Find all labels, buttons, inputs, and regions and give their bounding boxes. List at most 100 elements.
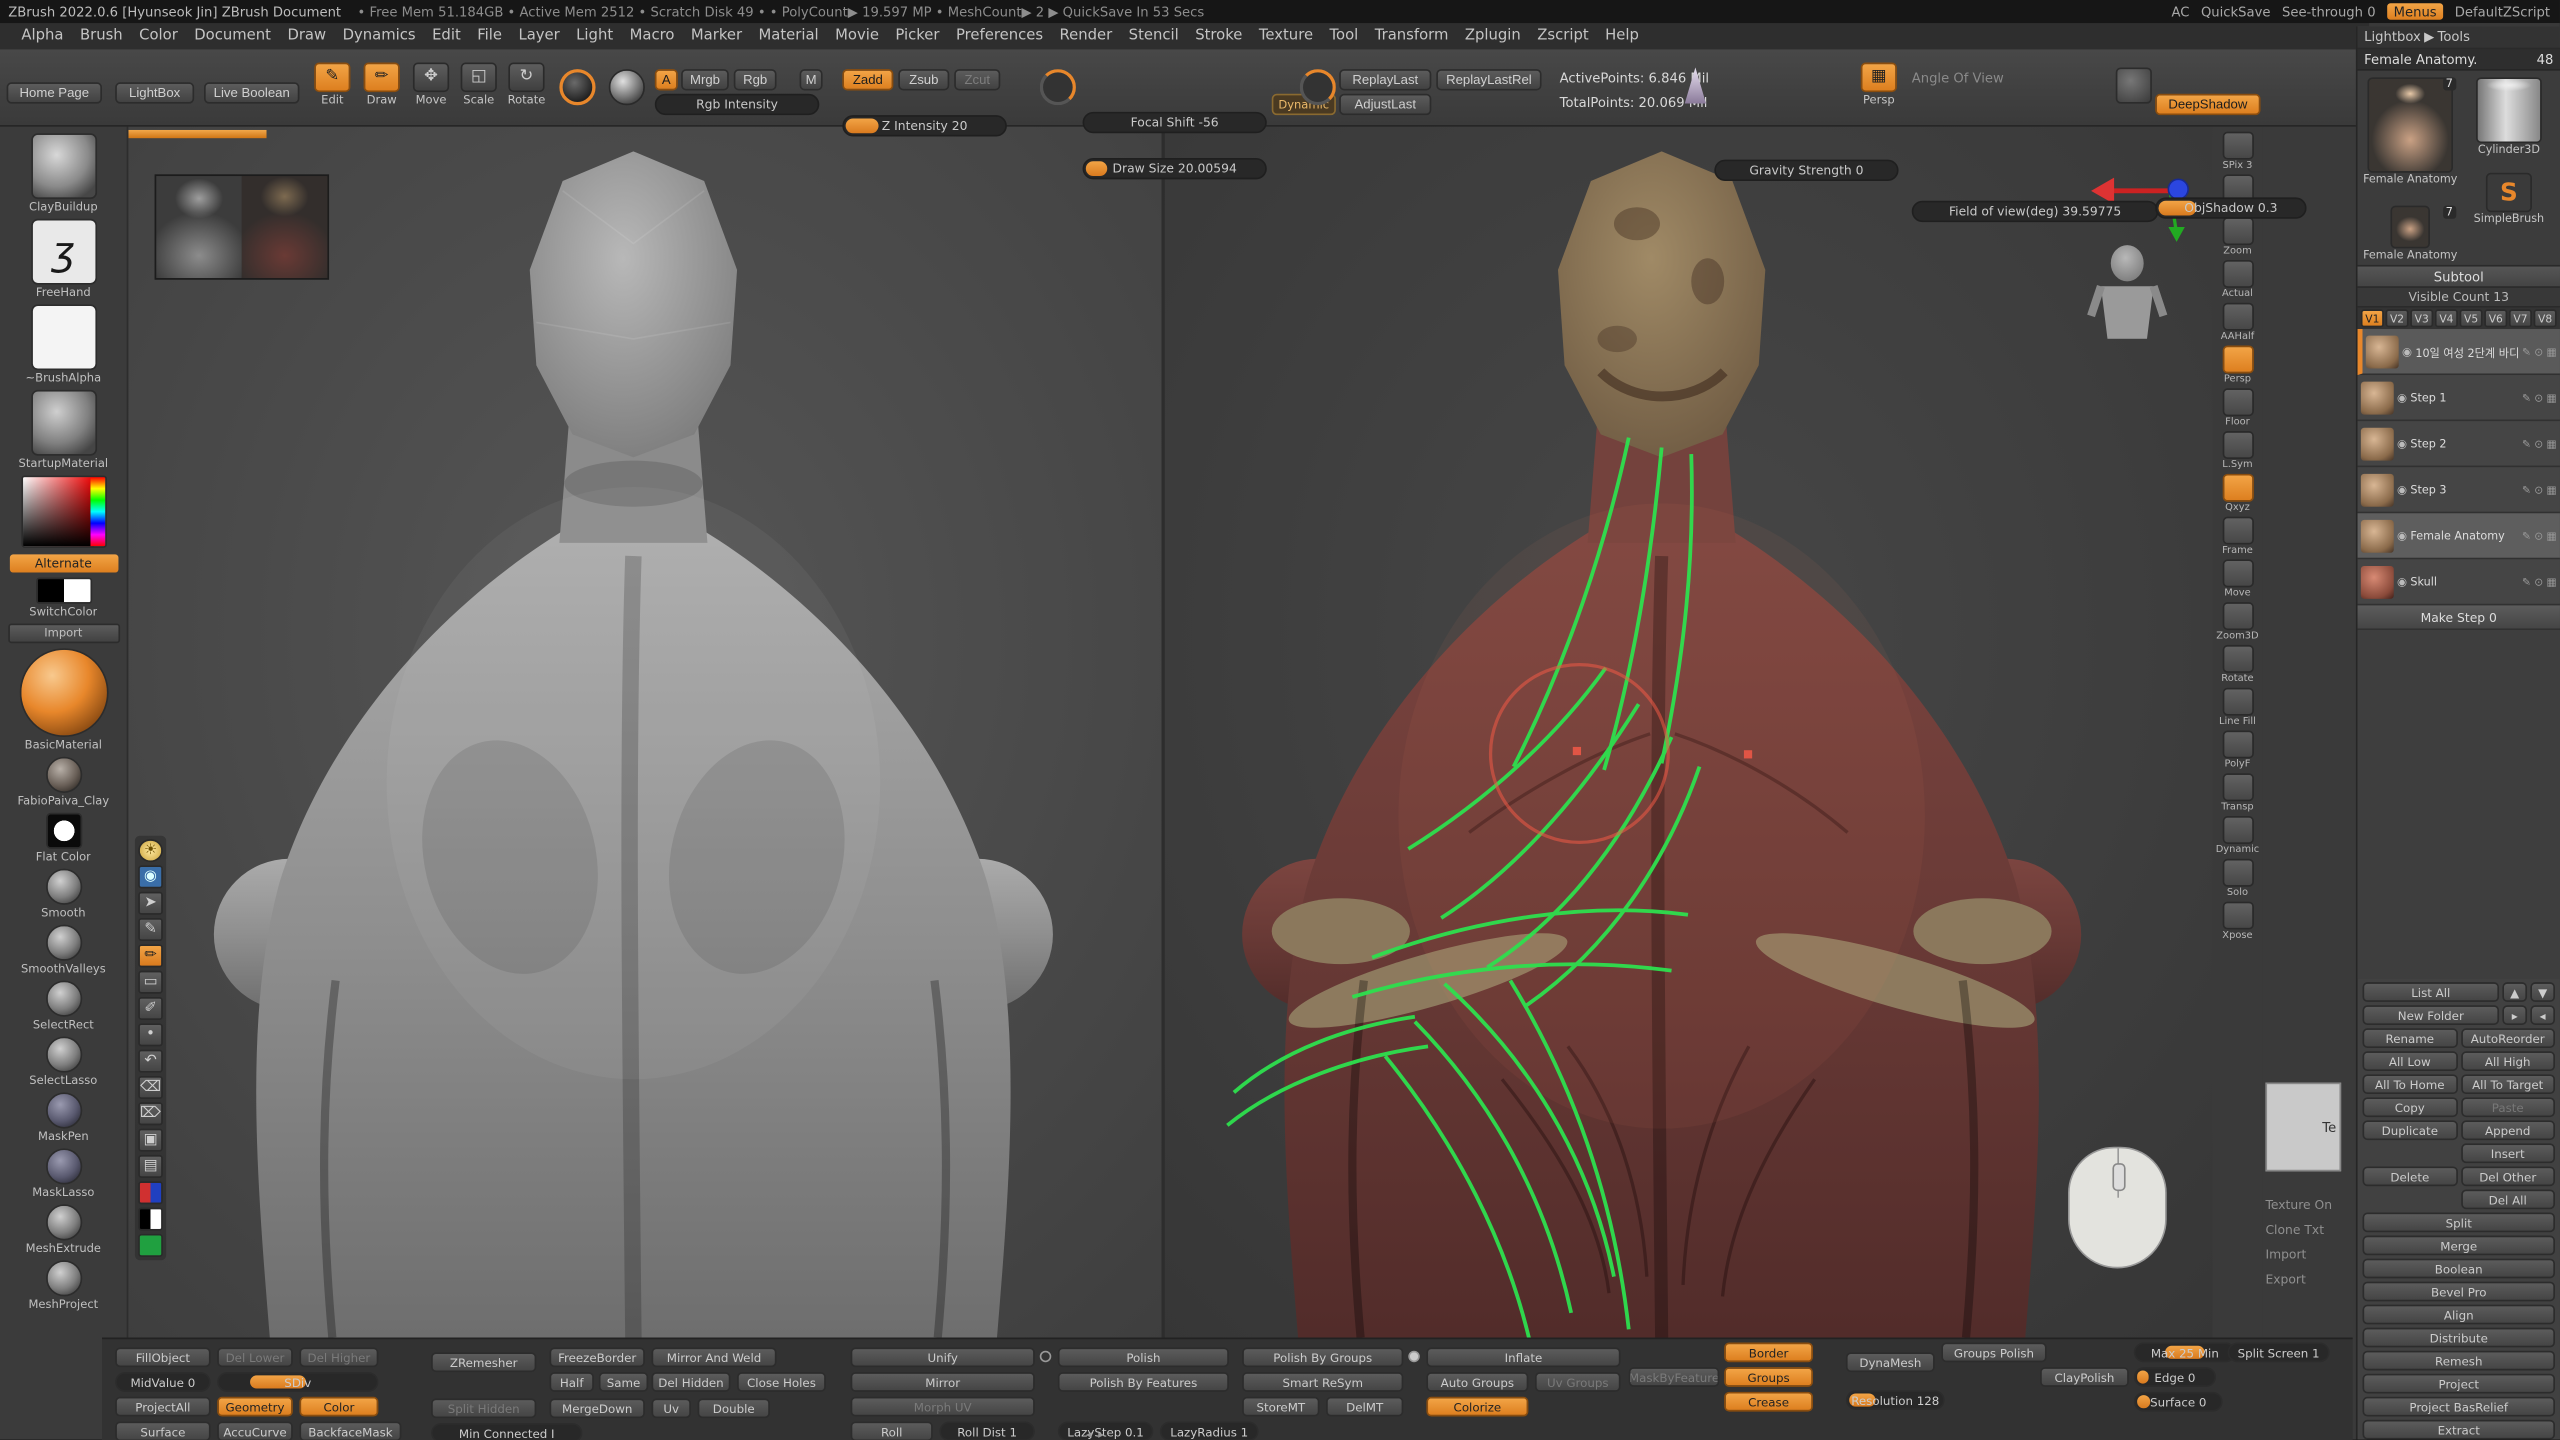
eye-icon[interactable]: ◉ [2402,345,2412,358]
tray-item[interactable]: SmoothValleys [1,925,126,976]
shelf-tool[interactable]: Dynamic [2213,816,2262,855]
storemt-button[interactable]: StoreMT [1242,1397,1319,1417]
tray-item[interactable]: MeshExtrude [1,1204,126,1255]
subtool-button[interactable]: Copy [2363,1097,2458,1117]
polypaint-icon[interactable]: ✎ [2522,529,2531,542]
subtool-button[interactable]: Paste [2460,1097,2555,1117]
focal-shift-slider[interactable]: Focal Shift -56 [1083,112,1267,133]
draw-size-slider[interactable]: Draw Size 20.00594 [1083,158,1267,179]
draw-button[interactable]: ✏ Draw [359,63,405,116]
menu-item[interactable]: Document [186,26,279,46]
mini-tool-icon[interactable]: ✏ [138,944,163,967]
zcut-button[interactable]: Zcut [954,69,1000,90]
move-button[interactable]: ✥ Move [408,63,454,116]
shelf-tool[interactable]: AAHalf [2213,303,2262,342]
persp-toolbar-button[interactable]: ▦ Persp [1856,63,1902,116]
subtool-button[interactable]: Append [2460,1120,2555,1140]
polish-toggle-icon[interactable] [1040,1351,1052,1363]
tray-item[interactable]: Smooth [1,869,126,920]
shelf-tool[interactable]: Persp [2213,345,2262,384]
subtool-button[interactable]: Insert [2460,1143,2555,1163]
displacement-icon[interactable]: ▦ [2547,575,2557,588]
inflate-toggle-icon[interactable] [1408,1351,1420,1363]
uv-icon[interactable]: ⊙ [2534,391,2543,404]
zadd-button[interactable]: Zadd [842,69,893,90]
mini-tool-icon[interactable] [138,1181,163,1204]
sdiv-slider[interactable]: SDiv [217,1372,378,1392]
mini-tool-icon[interactable]: ▭ [138,971,163,994]
stroke-picker-icon[interactable] [559,69,595,105]
split-screen-slider[interactable]: Split Screen 1 [2228,1342,2330,1362]
scale-button[interactable]: ◱ Scale [456,63,502,116]
default-zscript-button[interactable]: DefaultZScript [2455,4,2550,19]
freezeborder-button[interactable]: FreezeBorder [549,1347,644,1367]
tray-item[interactable]: MaskLasso [1,1148,126,1199]
polypaint-icon[interactable]: ✎ [2522,391,2531,404]
mini-tool-icon[interactable]: ⌫ [138,1076,163,1099]
subtool-button[interactable]: Del Other [2460,1166,2555,1186]
document-canvas[interactable]: ☀◉➤✎✏▭✐•↶⌫⌦▣▤ [128,125,2212,1338]
subtool-button[interactable]: Del All [2460,1189,2555,1209]
tray-item[interactable]: FabioPaiva_Clay [1,757,126,808]
version-tab[interactable]: V1 [2361,309,2384,327]
menu-item[interactable]: Preferences [948,26,1052,46]
rgb-intensity-slider[interactable]: Rgb Intensity [655,94,820,115]
displacement-icon[interactable]: ▦ [2547,529,2557,542]
mini-tool-icon[interactable]: ▤ [138,1155,163,1178]
shelf-tool[interactable]: Rotate [2213,645,2262,684]
lightbox-button[interactable]: LightBox [115,82,194,103]
subtool-section-button[interactable]: Align [2363,1305,2555,1325]
shelf-tool[interactable]: L.Sym [2213,431,2262,470]
menu-item[interactable]: Transform [1367,26,1457,46]
tools-tab[interactable]: Tools [2438,30,2470,45]
morph-uv-button[interactable]: Morph UV [851,1397,1035,1417]
subtool-button[interactable]: Duplicate [2363,1120,2458,1140]
uv-groups-button[interactable]: Uv Groups [1535,1372,1621,1392]
border-button[interactable]: Border [1724,1342,1813,1362]
polish-by-groups-button[interactable]: Polish By Groups [1242,1347,1403,1367]
a-toggle[interactable]: A [655,69,678,90]
eye-icon[interactable]: ◉ [2397,437,2407,450]
eye-icon[interactable]: ◉ [2397,529,2407,542]
deepshadow-button[interactable]: DeepShadow [2155,94,2260,115]
menu-item[interactable]: Render [1051,26,1120,46]
polish-button[interactable]: Polish [1058,1347,1229,1367]
tool-thumb-female-anatomy[interactable]: Female Anatomy 7 [2364,77,2456,186]
mergedown-button[interactable]: MergeDown [549,1398,644,1418]
shelf-tool[interactable]: Actual [2213,260,2262,299]
close-holes-button[interactable]: Close Holes [737,1372,826,1392]
uv-icon[interactable]: ⊙ [2534,437,2543,450]
menu-item[interactable]: Picker [887,26,948,46]
shelf-tool[interactable]: Xpose [2213,902,2262,941]
replay-icon[interactable] [1300,69,1336,105]
mini-tool-icon[interactable]: ✐ [138,997,163,1020]
roll-button[interactable]: Roll [851,1421,933,1440]
menu-item[interactable]: Marker [683,26,751,46]
live-boolean-button[interactable]: Live Boolean [204,82,299,103]
texture-on-label[interactable]: Texture On [2265,1198,2332,1213]
tray-item[interactable]: MaskPen [1,1092,126,1143]
subtool-section-button[interactable]: Remesh [2363,1351,2555,1371]
mirror-and-weld-button[interactable]: Mirror And Weld [651,1347,776,1367]
displacement-icon[interactable]: ▦ [2547,391,2557,404]
see-through-slider[interactable]: See-through 0 [2282,4,2376,19]
mini-tool-icon[interactable]: ↶ [138,1050,163,1073]
double-button[interactable]: Double [698,1398,770,1418]
edit-button[interactable]: ✎ Edit [309,63,355,116]
subtool-button[interactable]: All High [2460,1051,2555,1071]
lazyradius-slider[interactable]: LazyRadius 1 [1160,1421,1259,1440]
menu-item[interactable]: Zscript [1529,26,1597,46]
zsub-button[interactable]: Zsub [898,69,949,90]
accucurve-button[interactable]: AccuCurve [217,1421,293,1440]
menu-item[interactable]: Edit [424,26,469,46]
menu-item[interactable]: Help [1597,26,1647,46]
tray-item[interactable]: Flat Color [1,813,126,864]
crease-button[interactable]: Crease [1724,1392,1813,1412]
sculpt-viewport[interactable] [128,125,2212,1338]
smart-resym-button[interactable]: Smart ReSym [1242,1372,1403,1392]
document-scroll-arrows[interactable]: ◂▸ [1086,1428,1111,1440]
polypaint-icon[interactable]: ✎ [2522,575,2531,588]
rotate-button[interactable]: ↻ Rotate [503,63,549,116]
eye-icon[interactable]: ◉ [2397,575,2407,588]
mirror-button[interactable]: Mirror [851,1372,1035,1392]
